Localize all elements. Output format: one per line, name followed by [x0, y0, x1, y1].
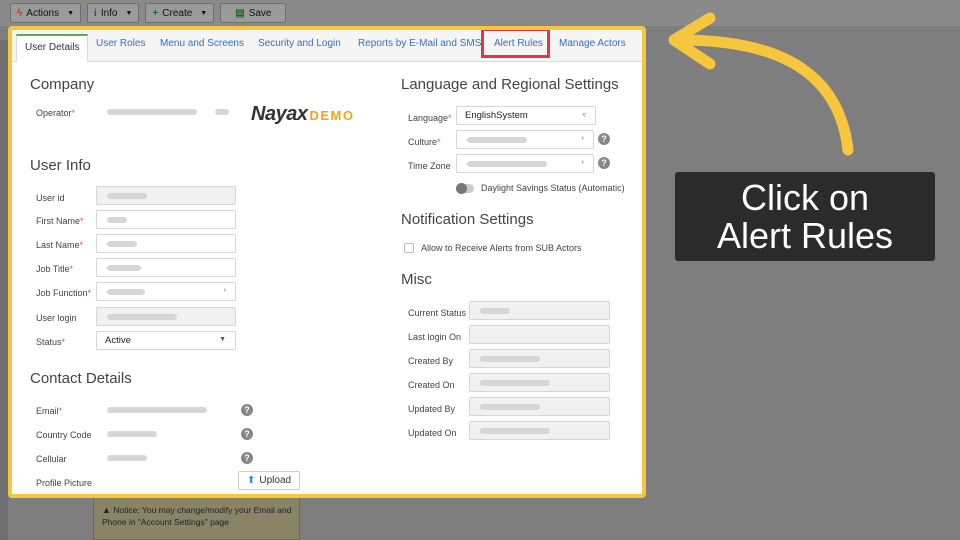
tab-security-and-login[interactable]: Security and Login [258, 38, 341, 49]
job-title-label: Job Title* [36, 264, 74, 274]
info-label: Info [100, 7, 118, 19]
help-icon[interactable]: ? [241, 452, 253, 464]
profile-picture-label: Profile Picture [36, 478, 92, 488]
chevron-down-icon: ▼ [67, 9, 75, 17]
current-status-label: Current Status [408, 308, 467, 318]
chevron-down-icon: ▼ [125, 9, 133, 17]
job-function-select[interactable]: › [96, 282, 236, 301]
country-code-field[interactable] [96, 424, 236, 443]
operator-field[interactable] [96, 102, 238, 121]
last-login-label: Last login On [408, 332, 462, 342]
chevron-down-icon: ▿ [582, 112, 586, 119]
upload-button[interactable]: ⬆ Upload [238, 471, 301, 490]
cellular-label: Cellular [36, 454, 67, 464]
tab-manage-actors[interactable]: Manage Actors [559, 38, 626, 49]
tab-reports-email-sms[interactable]: Reports by E-Mail and SMS [358, 38, 481, 49]
tab-user-roles[interactable]: User Roles [96, 38, 145, 49]
actions-label: Actions [26, 7, 60, 19]
info-icon: i [94, 7, 97, 19]
operator-label: Operator* [36, 108, 76, 118]
first-name-field[interactable] [96, 210, 236, 229]
current-status-field [469, 301, 610, 320]
user-id-label: User id [36, 193, 65, 203]
help-icon[interactable]: ? [241, 404, 253, 416]
create-label: Create [162, 7, 193, 19]
daylight-savings-toggle[interactable] [456, 183, 474, 194]
last-login-field [469, 325, 610, 344]
email-field[interactable] [96, 400, 236, 419]
daylight-savings-label: Daylight Savings Status (Automatic) [481, 183, 625, 193]
status-value: Active [105, 335, 131, 346]
last-name-label: Last Name* [36, 240, 84, 250]
user-info-heading: User Info [30, 157, 91, 174]
help-icon[interactable]: ? [598, 133, 610, 145]
created-by-label: Created By [408, 356, 454, 366]
bolt-icon: ϟ [17, 7, 23, 19]
user-login-field [96, 307, 236, 326]
created-by-field [469, 349, 610, 368]
help-icon[interactable]: ? [598, 157, 610, 169]
culture-select[interactable]: › [456, 130, 594, 149]
nayax-demo-logo: Nayax DEMO [251, 103, 355, 125]
tab-bar: User Details User Roles Menu and Screens… [12, 30, 642, 62]
created-on-field [469, 373, 610, 392]
contact-details-heading: Contact Details [30, 370, 132, 387]
created-on-label: Created On [408, 380, 455, 390]
chevron-right-icon: › [581, 159, 584, 166]
first-name-label: First Name* [36, 216, 84, 226]
culture-label: Culture* [408, 137, 441, 147]
language-value: EnglishSystem [465, 110, 528, 121]
updated-by-label: Updated By [408, 404, 456, 414]
updated-on-label: Updated On [408, 428, 457, 438]
notification-settings-heading: Notification Settings [401, 211, 534, 228]
alert-rules-highlight [481, 30, 550, 58]
sub-actors-label: Allow to Receive Alerts from SUB Actors [421, 243, 582, 253]
company-heading: Company [30, 76, 95, 93]
tab-user-details[interactable]: User Details [16, 34, 89, 62]
email-label: Email* [36, 406, 63, 416]
info-button[interactable]: i Info ▼ [87, 3, 140, 23]
chevron-down-icon: ▼ [219, 336, 226, 343]
job-title-field[interactable] [96, 258, 236, 277]
job-function-label: Job Function* [36, 288, 92, 298]
sub-actors-checkbox[interactable] [404, 243, 414, 253]
chevron-down-icon: ▼ [200, 9, 208, 17]
cellular-field[interactable] [96, 448, 236, 467]
chevron-right-icon: › [581, 135, 584, 142]
left-sidebar-edge [0, 40, 8, 540]
time-zone-select[interactable]: › [456, 154, 594, 173]
user-id-field [96, 186, 236, 205]
warning-icon: ▲ [102, 505, 111, 515]
user-details-panel: User Details User Roles Menu and Screens… [8, 26, 646, 498]
callout-line-1: Click on [740, 177, 870, 218]
save-button[interactable]: ▤ Save [220, 3, 287, 23]
chevron-right-icon: › [223, 287, 226, 294]
status-select[interactable]: Active ▼ [96, 331, 236, 350]
user-login-label: User login [36, 313, 77, 323]
instruction-callout: Click on Alert Rules [675, 172, 935, 261]
updated-by-field [469, 397, 610, 416]
actions-button[interactable]: ϟ Actions ▼ [10, 3, 82, 23]
tab-menu-and-screens[interactable]: Menu and Screens [160, 38, 244, 49]
create-button[interactable]: + Create ▼ [145, 3, 215, 23]
save-icon: ▤ [235, 7, 245, 19]
language-label: Language* [408, 113, 452, 123]
country-code-label: Country Code [36, 430, 92, 440]
save-label: Save [248, 7, 272, 19]
notice-box: ▲ Notice: You may change/modify your Ema… [93, 494, 300, 540]
profile-picture-field[interactable] [96, 472, 236, 491]
updated-on-field [469, 421, 610, 440]
curved-arrow-annotation [668, 12, 854, 156]
plus-icon: + [152, 7, 159, 19]
help-icon[interactable]: ? [241, 428, 253, 440]
misc-heading: Misc [401, 271, 432, 288]
status-label: Status* [36, 337, 66, 347]
language-select[interactable]: EnglishSystem ▿ [456, 106, 596, 125]
callout-line-2: Alert Rules [716, 215, 894, 256]
time-zone-label: Time Zone [408, 161, 451, 171]
last-name-field[interactable] [96, 234, 236, 253]
upload-icon: ⬆ [247, 475, 256, 486]
language-regional-heading: Language and Regional Settings [401, 76, 619, 93]
notice-text: Notice: You may change/modify your Email… [102, 505, 292, 527]
